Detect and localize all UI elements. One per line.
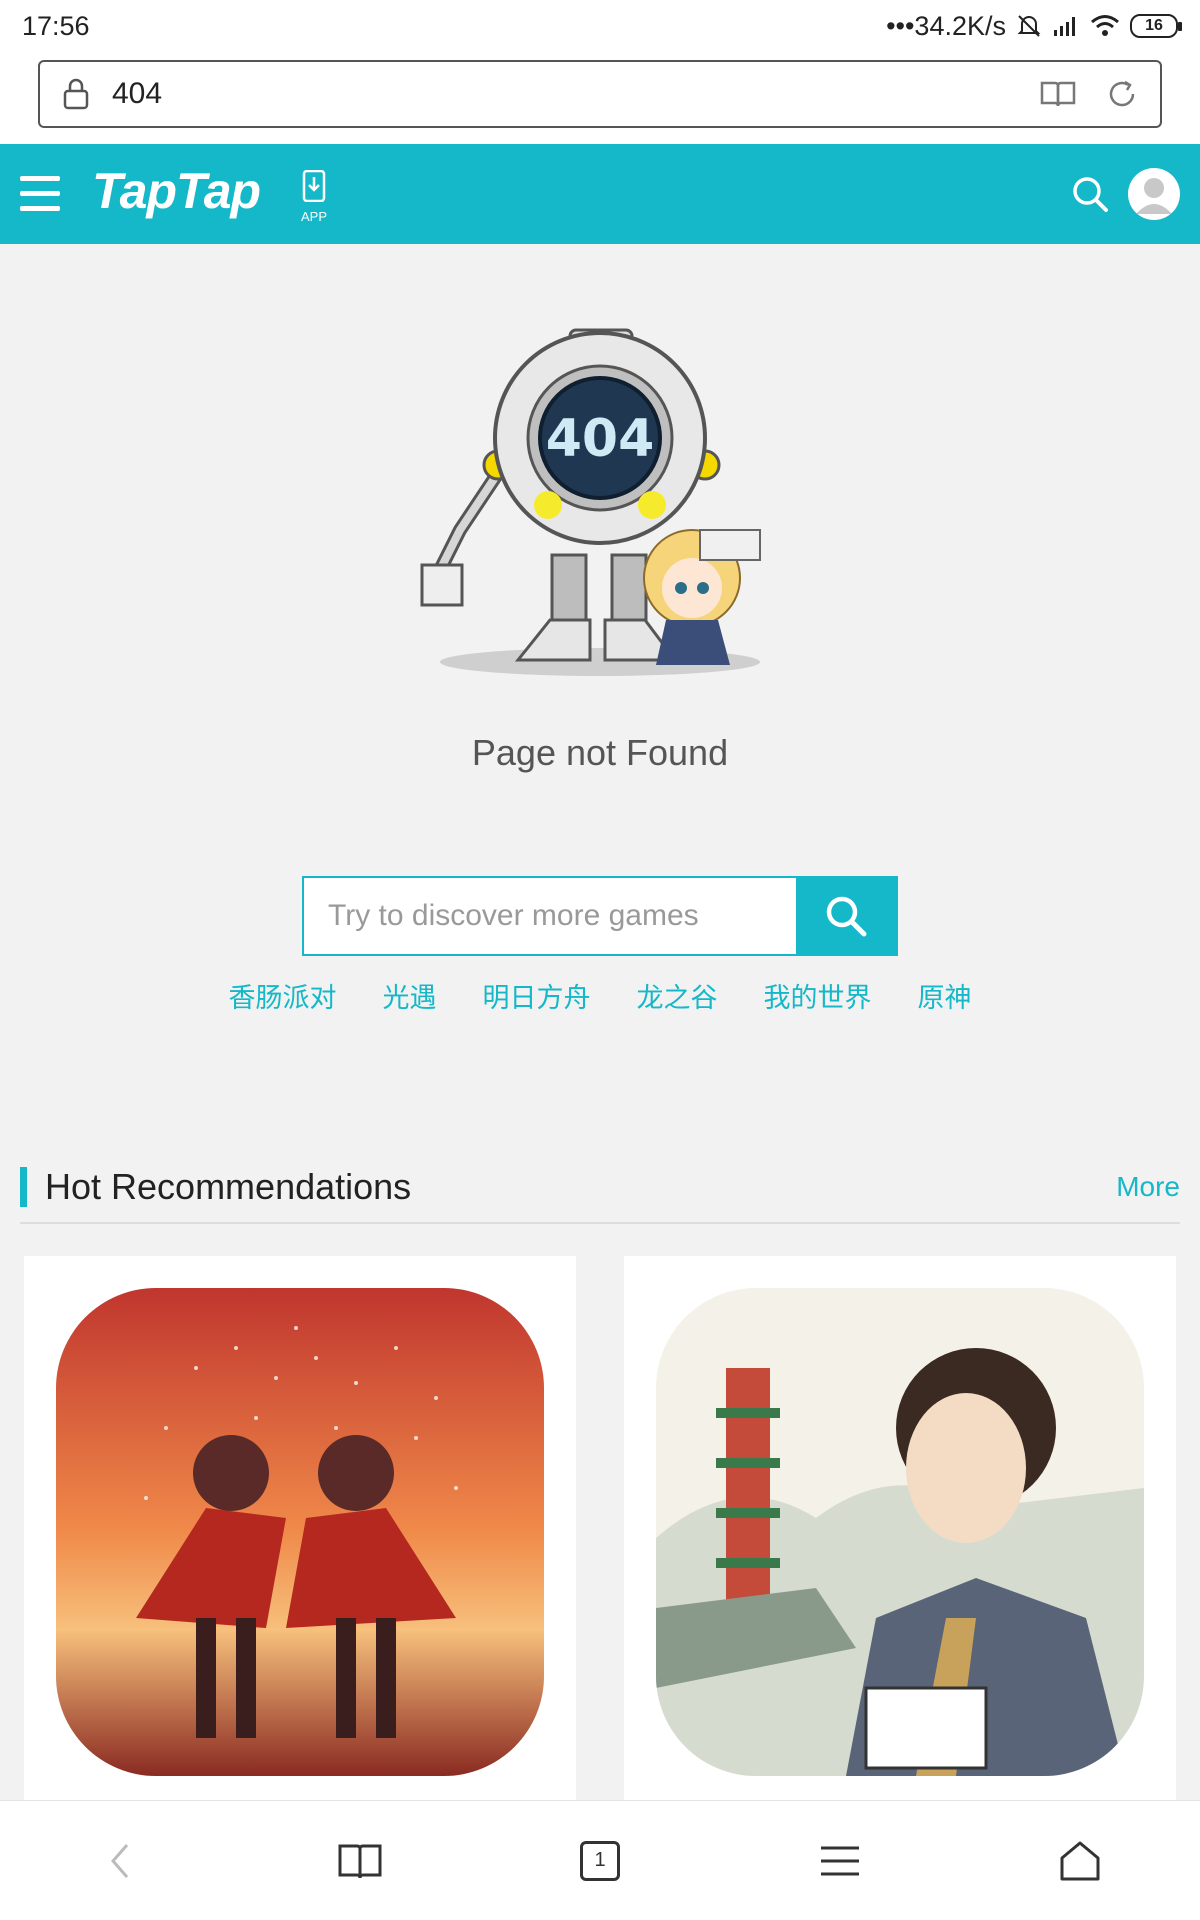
bookmarks-button[interactable]	[320, 1821, 400, 1901]
menu-button[interactable]	[800, 1821, 880, 1901]
browser-toolbar: 404	[0, 52, 1200, 144]
tab-counter-icon: 1	[580, 1840, 620, 1881]
chevron-left-icon	[111, 1843, 129, 1878]
tabs-button[interactable]: 1	[560, 1821, 640, 1901]
url-text[interactable]: 404	[112, 77, 1040, 111]
taptap-logo[interactable]: TapTap	[92, 162, 261, 220]
battery-icon: 16	[1130, 14, 1182, 38]
tab-count: 1	[594, 1849, 606, 1871]
robot-404-illustration: 404	[400, 320, 800, 690]
game-search-button[interactable]	[796, 878, 896, 954]
search-icon[interactable]	[1070, 174, 1110, 214]
keyword-link[interactable]: 龙之谷	[635, 976, 720, 1015]
game-search-input[interactable]	[304, 878, 796, 954]
app-download-button[interactable]: APP	[298, 169, 330, 224]
hamburger-menu-icon[interactable]	[20, 176, 60, 212]
game-icon-ink-painting[interactable]	[656, 1288, 1144, 1776]
keyword-link[interactable]: 原神	[916, 976, 974, 1015]
app-label: APP	[300, 209, 327, 224]
hamburger-icon	[821, 1846, 859, 1875]
game-icon-sky[interactable]	[56, 1288, 544, 1776]
keyword-link[interactable]: 香肠派对	[227, 976, 339, 1015]
keyword-link[interactable]: 我的世界	[762, 976, 874, 1015]
recommendations-title: Hot Recommendations	[20, 1166, 411, 1208]
wifi-icon	[1091, 15, 1119, 36]
keyword-link[interactable]: 明日方舟	[481, 976, 593, 1015]
lock-icon	[63, 78, 89, 110]
back-button[interactable]	[80, 1821, 160, 1901]
game-search-box	[302, 876, 898, 956]
keyword-link[interactable]: 光遇	[381, 976, 439, 1015]
mute-bell-icon	[1017, 15, 1041, 37]
home-button[interactable]	[1040, 1821, 1120, 1901]
recommendation-cards	[24, 1256, 1176, 1816]
user-avatar-icon[interactable]	[1128, 168, 1180, 220]
status-bar: 17:56 •••34.2K/s 16	[0, 0, 1200, 52]
site-header: TapTap APP	[0, 144, 1200, 244]
hot-search-keywords: 香肠派对 光遇 明日方舟 龙之谷 我的世界 原神	[0, 976, 1200, 1015]
home-icon	[1060, 1841, 1100, 1880]
battery-level: 16	[1145, 17, 1163, 34]
game-card[interactable]	[24, 1256, 576, 1816]
book-icon	[338, 1844, 382, 1878]
browser-bottom-nav: 1	[0, 1800, 1200, 1920]
reader-mode-icon[interactable]	[1040, 79, 1076, 109]
refresh-icon[interactable]	[1106, 78, 1138, 110]
network-speed: •••34.2K/s	[886, 10, 1006, 41]
search-icon	[826, 896, 867, 937]
error-code-display: 404	[546, 409, 655, 469]
phone-download-icon	[302, 169, 326, 203]
more-link[interactable]: More	[1116, 1171, 1180, 1203]
error-message: Page not Found	[471, 732, 729, 773]
signal-icon	[1054, 17, 1075, 36]
status-time: 17:56	[22, 10, 90, 41]
recommendations-header: Hot Recommendations More	[20, 1160, 1180, 1224]
game-card[interactable]	[624, 1256, 1176, 1816]
status-indicators: •••34.2K/s 16	[886, 10, 1182, 42]
address-bar[interactable]: 404	[38, 60, 1162, 128]
